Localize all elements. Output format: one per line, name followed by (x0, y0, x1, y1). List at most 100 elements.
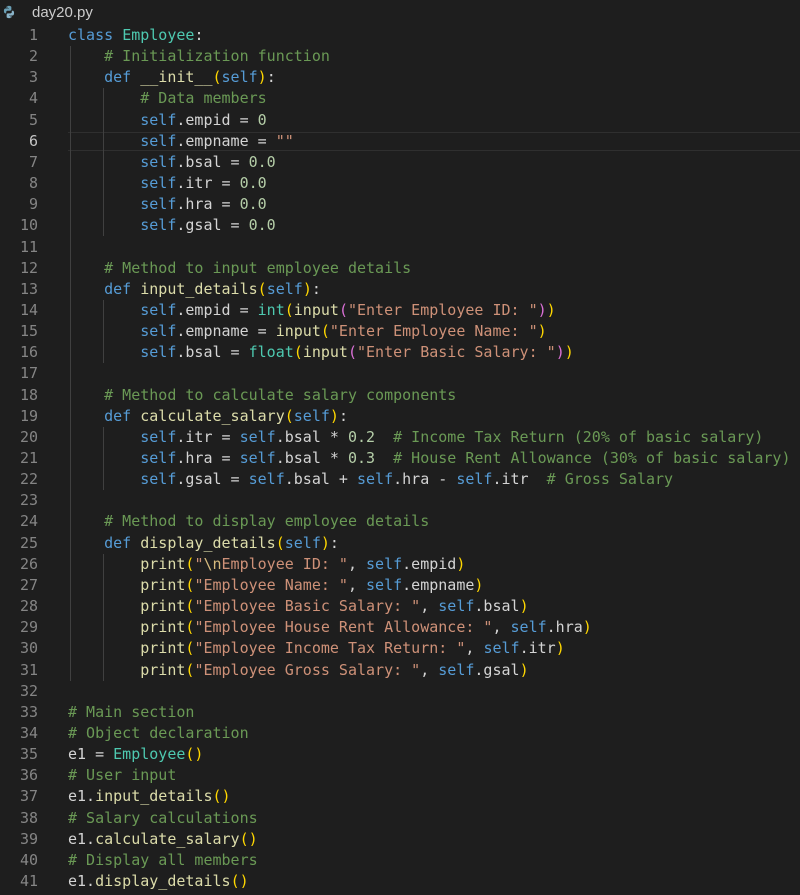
code-line[interactable]: 15 self.empname = input("Enter Employee … (0, 321, 800, 342)
python-icon (3, 5, 15, 19)
line-code: # Method to input employee details (68, 258, 411, 279)
code-token: "Employee House Rent Allowance: " (194, 618, 493, 637)
code-token: self (357, 470, 394, 489)
code-line[interactable]: 26 print("\nEmployee ID: ", self.empid) (0, 554, 800, 575)
code-token: input (293, 300, 339, 319)
code-editor[interactable]: 1 class Employee: 2 # Initialization funct… (0, 24, 800, 895)
code-line[interactable]: 37 e1.input_details() (0, 786, 800, 807)
line-code: def calculate_salary(self): (68, 406, 348, 427)
code-line[interactable]: 33 # Main section (0, 702, 800, 723)
line-number: 33 (19, 702, 38, 721)
indent-guide (70, 46, 71, 681)
code-line[interactable]: 5 self.empid = 0 (0, 110, 800, 131)
code-line[interactable]: 31 print("Employee Gross Salary: ", self… (0, 660, 800, 681)
code-line[interactable]: 28 print("Employee Basic Salary: ", self… (0, 596, 800, 617)
code-token: .empname = (176, 131, 276, 150)
line-number: 19 (19, 406, 38, 425)
code-line[interactable]: 2 # Initialization function (0, 46, 800, 67)
code-line[interactable]: 12 # Method to input employee details (0, 258, 800, 279)
line-number: 14 (19, 300, 38, 319)
code-line[interactable]: 1 class Employee: (0, 25, 800, 46)
code-line[interactable]: 3 def __init__(self): (0, 67, 800, 88)
code-token: 0.0 (239, 174, 267, 193)
code-token: Employee (113, 745, 186, 764)
code-line[interactable]: 16 self.bsal = float(input("Enter Basic … (0, 342, 800, 363)
code-token: def (104, 406, 132, 425)
code-line[interactable]: 30 print("Employee Income Tax Return: ",… (0, 638, 800, 659)
code-line[interactable]: 18 # Method to calculate salary componen… (0, 385, 800, 406)
code-line[interactable]: 27 print("Employee Name: ", self.empname… (0, 575, 800, 596)
code-token: # Method to input employee details (104, 258, 412, 277)
code-line[interactable]: 38 # Salary calculations (0, 808, 800, 829)
code-line[interactable]: 11 (0, 237, 800, 258)
code-line[interactable]: 7 self.bsal = 0.0 (0, 152, 800, 173)
code-line[interactable]: 41 e1.display_details() (0, 871, 800, 892)
code-token: .empname (402, 575, 475, 594)
line-code: print("Employee House Rent Allowance: ",… (68, 617, 592, 638)
code-line[interactable]: 29 print("Employee House Rent Allowance:… (0, 617, 800, 638)
code-token: .hra = (176, 449, 240, 467)
code-line[interactable]: 14 self.empid = int(input("Enter Employe… (0, 300, 800, 321)
line-code: self.hra = self.bsal * 0.3 # House Rent … (68, 448, 790, 469)
code-line[interactable]: 35 e1 = Employee() (0, 744, 800, 765)
code-line[interactable]: 34 # Object declaration (0, 723, 800, 744)
code-token: () (185, 745, 204, 764)
line-code: e1.calculate_salary() (68, 829, 258, 850)
line-number: 3 (28, 68, 38, 87)
code-line[interactable]: 25 def display_details(self): (0, 533, 800, 554)
code-line[interactable]: 20 self.itr = self.bsal * 0.2 # Income T… (0, 427, 800, 448)
code-line[interactable]: 36 # User input (0, 765, 800, 786)
line-number: 13 (19, 279, 38, 298)
code-token: e1. (68, 787, 96, 806)
code-token: self (140, 131, 177, 150)
code-line[interactable]: 23 (0, 490, 800, 511)
code-token: e1 = (68, 745, 114, 764)
code-line[interactable]: 10 self.gsal = 0.0 (0, 215, 800, 236)
code-token: self (140, 427, 177, 446)
code-line[interactable]: 39 e1.calculate_salary() (0, 829, 800, 850)
code-token: \n (203, 554, 222, 573)
code-token: ( (212, 68, 222, 87)
line-code: print("Employee Income Tax Return: ", se… (68, 638, 565, 659)
code-token: print (140, 554, 186, 573)
line-number: 16 (19, 343, 38, 362)
file-tab[interactable]: day20.py (0, 0, 103, 24)
line-number: 21 (19, 449, 38, 467)
line-code: print("Employee Name: ", self.empname) (68, 575, 483, 596)
code-line[interactable]: 8 self.itr = 0.0 (0, 173, 800, 194)
code-line[interactable]: 4 # Data members (0, 88, 800, 109)
code-token: () (239, 829, 258, 848)
code-line[interactable]: 9 self.hra = 0.0 (0, 194, 800, 215)
code-token: "Employee Income Tax Return: " (194, 639, 466, 658)
code-token: , (347, 554, 367, 573)
line-number: 11 (19, 237, 38, 256)
line-number: 22 (19, 470, 38, 489)
line-number: 8 (28, 174, 38, 193)
code-token: self (483, 639, 520, 658)
code-token: ) (582, 618, 592, 637)
code-line[interactable]: 22 self.gsal = self.bsal + self.hra - se… (0, 469, 800, 490)
code-line[interactable]: 40 # Display all members (0, 850, 800, 871)
code-line[interactable]: 6 self.empname = "" (0, 131, 800, 152)
code-line[interactable]: 17 (0, 363, 800, 384)
code-token: # Salary calculations (68, 808, 258, 827)
code-token: self (140, 449, 177, 467)
code-token: print (140, 597, 186, 616)
line-code: print("\nEmployee ID: ", self.empid) (68, 554, 465, 575)
code-token: "" (275, 131, 294, 150)
code-line[interactable]: 19 def calculate_salary(self): (0, 406, 800, 427)
code-token: .bsal = (176, 343, 249, 362)
code-token: ) (555, 639, 565, 658)
code-token: input (275, 322, 321, 341)
code-line[interactable]: 24 # Method to display employee details (0, 511, 800, 532)
code-token: self (140, 174, 177, 193)
code-line[interactable]: 13 def input_details(self): (0, 279, 800, 300)
code-line[interactable]: 21 self.hra = self.bsal * 0.3 # House Re… (0, 448, 800, 469)
code-token: # User input (68, 766, 177, 785)
code-line[interactable]: 32 (0, 681, 800, 702)
